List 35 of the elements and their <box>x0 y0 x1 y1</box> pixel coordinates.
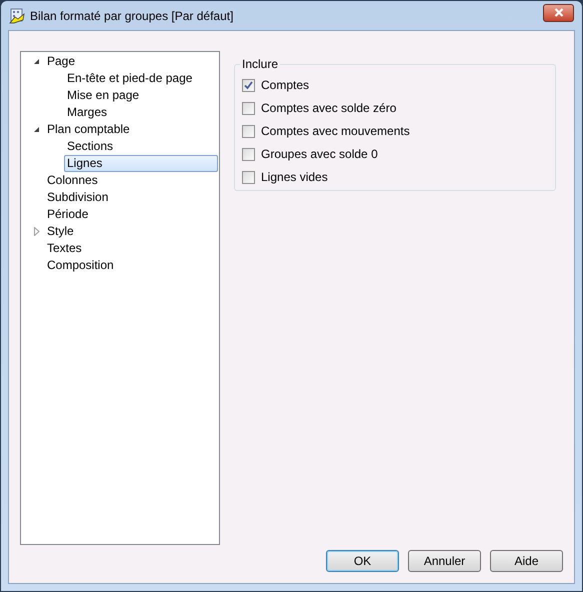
tree-item[interactable]: Page <box>44 53 78 70</box>
tree-item[interactable]: Subdivision <box>44 189 112 206</box>
checkbox[interactable] <box>242 124 255 138</box>
tree-item[interactable]: Plan comptable <box>44 121 133 138</box>
checkbox[interactable] <box>242 102 255 114</box>
checkbox-label: Lignes vides <box>261 169 328 186</box>
checkbox-label: Groupes avec solde 0 <box>261 146 378 163</box>
tree-item[interactable]: Style <box>44 223 77 240</box>
expand-triangle-icon[interactable] <box>34 227 40 236</box>
tree-item[interactable]: Textes <box>44 240 85 257</box>
tree-item[interactable]: Marges <box>64 104 110 121</box>
checkbox-label: Comptes avec mouvements <box>261 123 410 140</box>
dialog-button[interactable]: Annuler <box>408 550 481 572</box>
tree-item[interactable]: Sections <box>64 138 116 155</box>
checkbox-label: Comptes <box>261 77 310 94</box>
dialog-button[interactable]: OK <box>326 550 399 572</box>
close-icon <box>554 8 564 17</box>
window-title: Bilan formaté par groupes [Par défaut] <box>30 8 234 24</box>
checkbox[interactable] <box>242 148 255 160</box>
tree-item[interactable]: Période <box>44 206 92 223</box>
tree-item[interactable]: Composition <box>44 257 117 274</box>
tree-item[interactable]: Mise en page <box>64 87 142 104</box>
app-icon <box>9 8 25 24</box>
checkmark-icon <box>244 80 253 90</box>
tree-item[interactable]: Colonnes <box>44 172 101 189</box>
collapse-triangle-icon[interactable] <box>33 126 40 133</box>
tree-item[interactable]: Lignes <box>64 155 218 172</box>
collapse-triangle-icon[interactable] <box>33 58 40 65</box>
checkbox[interactable] <box>242 170 255 184</box>
checkbox-label: Comptes avec solde zéro <box>261 100 396 117</box>
close-button[interactable] <box>543 4 574 22</box>
checkbox[interactable] <box>242 78 255 92</box>
dialog-button[interactable]: Aide <box>490 550 563 572</box>
group-title: Inclure <box>240 57 280 71</box>
tree-item[interactable]: En-tête et pied-de page <box>64 70 196 87</box>
